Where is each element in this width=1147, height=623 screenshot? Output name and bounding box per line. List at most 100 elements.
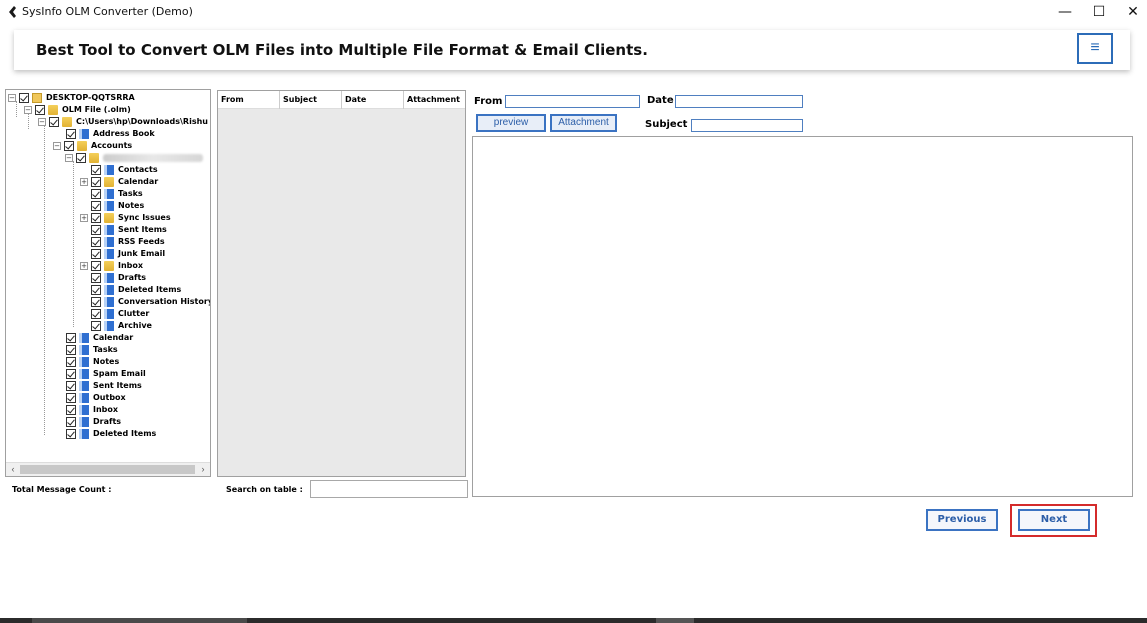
date-field[interactable] [675, 95, 803, 108]
tree-node-top-tasks[interactable]: Tasks [66, 344, 118, 356]
subject-field[interactable] [691, 119, 803, 132]
checkbox[interactable] [66, 381, 76, 391]
folder-icon [77, 141, 87, 151]
message-preview-pane[interactable] [472, 136, 1133, 497]
tree-node-sent-items[interactable]: Sent Items [80, 224, 167, 236]
column-header-attachment[interactable]: Attachment [404, 91, 465, 109]
checkbox[interactable] [35, 105, 45, 115]
collapse-icon[interactable]: − [24, 106, 32, 114]
tree-node-clutter[interactable]: Clutter [80, 308, 149, 320]
checkbox[interactable] [66, 405, 76, 415]
checkbox[interactable] [66, 129, 76, 139]
tree-node-top-deleted-items[interactable]: Deleted Items [66, 428, 156, 440]
tree-node-notes[interactable]: Notes [80, 200, 144, 212]
tree-node-accounts[interactable]: − Accounts [53, 140, 132, 152]
folder-icon [104, 285, 114, 295]
checkbox[interactable] [91, 285, 101, 295]
checkbox[interactable] [66, 357, 76, 367]
tree-node-contacts[interactable]: Contacts [80, 164, 158, 176]
checkbox[interactable] [19, 93, 29, 103]
tree-node-conversation-history[interactable]: Conversation History [80, 296, 210, 308]
tree-node-rss-feeds[interactable]: RSS Feeds [80, 236, 165, 248]
collapse-icon[interactable]: − [53, 142, 61, 150]
tree-node-top-outbox[interactable]: Outbox [66, 392, 126, 404]
collapse-icon[interactable]: − [65, 153, 73, 162]
collapse-icon[interactable]: − [38, 118, 46, 126]
tree-node-account-email[interactable]: − [65, 152, 203, 164]
menu-button[interactable]: ≡ [1077, 33, 1113, 64]
checkbox[interactable] [91, 225, 101, 235]
expand-icon[interactable]: + [80, 262, 88, 270]
previous-button[interactable]: Previous [926, 509, 998, 531]
tree-node-top-drafts[interactable]: Drafts [66, 416, 121, 428]
taskbar-active-app[interactable] [656, 618, 694, 623]
horizontal-scrollbar[interactable]: ‹ › [6, 462, 210, 476]
checkbox[interactable] [91, 261, 101, 271]
checkbox[interactable] [91, 213, 101, 223]
next-button[interactable]: Next [1018, 509, 1090, 531]
checkbox[interactable] [66, 417, 76, 427]
checkbox[interactable] [66, 333, 76, 343]
checkbox[interactable] [91, 201, 101, 211]
tree-label: Sent Items [93, 381, 142, 390]
column-header-subject[interactable]: Subject [280, 91, 342, 109]
taskbar-search[interactable] [32, 618, 247, 623]
preview-button[interactable]: preview [476, 114, 546, 132]
expand-icon[interactable]: + [80, 178, 88, 186]
tree-node-top-inbox[interactable]: Inbox [66, 404, 118, 416]
checkbox[interactable] [91, 177, 101, 187]
from-field[interactable] [505, 95, 640, 108]
collapse-icon[interactable]: − [8, 94, 16, 102]
tree-node-top-sent-items[interactable]: Sent Items [66, 380, 142, 392]
expand-icon[interactable]: + [80, 214, 88, 222]
checkbox[interactable] [91, 297, 101, 307]
tree-label: Notes [118, 201, 145, 210]
checkbox[interactable] [66, 369, 76, 379]
tree-node-deleted-items[interactable]: Deleted Items [80, 284, 181, 296]
tree-label: C:\Users\hp\Downloads\Rishu Ku [76, 117, 211, 126]
tree-node-top-spam-email[interactable]: Spam Email [66, 368, 146, 380]
checkbox[interactable] [91, 249, 101, 259]
checkbox[interactable] [66, 429, 76, 439]
checkbox[interactable] [76, 152, 86, 163]
checkbox[interactable] [64, 141, 74, 151]
tree-node-calendar[interactable]: + Calendar [80, 176, 158, 188]
column-header-from[interactable]: From [218, 91, 280, 109]
subject-label: Subject [645, 119, 688, 130]
scroll-left-icon[interactable]: ‹ [6, 463, 20, 476]
checkbox[interactable] [66, 393, 76, 403]
tree-node-address-book[interactable]: Address Book [66, 128, 155, 140]
checkbox[interactable] [91, 165, 101, 175]
tree-node-junk-email[interactable]: Junk Email [80, 248, 165, 260]
scroll-right-icon[interactable]: › [196, 463, 210, 476]
tree-node-root[interactable]: − DESKTOP-QQTSRRA [8, 92, 135, 104]
close-button[interactable]: ✕ [1118, 2, 1147, 22]
tree-node-drafts[interactable]: Drafts [80, 272, 146, 284]
tree-node-path[interactable]: − C:\Users\hp\Downloads\Rishu Ku [38, 116, 211, 128]
minimize-button[interactable]: — [1050, 2, 1080, 22]
checkbox[interactable] [91, 189, 101, 199]
checkbox[interactable] [91, 309, 101, 319]
checkbox[interactable] [49, 117, 59, 127]
checkbox[interactable] [91, 273, 101, 283]
message-grid[interactable]: From Subject Date Attachment [217, 90, 466, 477]
checkbox[interactable] [66, 345, 76, 355]
scrollbar-thumb[interactable] [20, 465, 195, 474]
tree-label: Sync Issues [118, 213, 171, 222]
search-input[interactable] [310, 480, 468, 498]
attachment-button[interactable]: Attachment [550, 114, 617, 132]
checkbox[interactable] [91, 237, 101, 247]
tree-node-top-notes[interactable]: Notes [66, 356, 119, 368]
tree-node-tasks[interactable]: Tasks [80, 188, 143, 200]
folder-icon [104, 309, 114, 319]
maximize-button[interactable]: ☐ [1084, 2, 1114, 22]
checkbox[interactable] [91, 321, 101, 331]
from-label: From [474, 96, 503, 107]
tree-node-top-calendar[interactable]: Calendar [66, 332, 133, 344]
tree-node-archive[interactable]: Archive [80, 320, 152, 332]
tree-node-sync-issues[interactable]: + Sync Issues [80, 212, 171, 224]
column-header-date[interactable]: Date [342, 91, 404, 109]
tree-node-olm-file[interactable]: − OLM File (.olm) [24, 104, 131, 116]
folder-tree[interactable]: − DESKTOP-QQTSRRA − OLM File (.olm) − C:\Us… [5, 89, 211, 477]
tree-node-inbox[interactable]: + Inbox [80, 260, 143, 272]
